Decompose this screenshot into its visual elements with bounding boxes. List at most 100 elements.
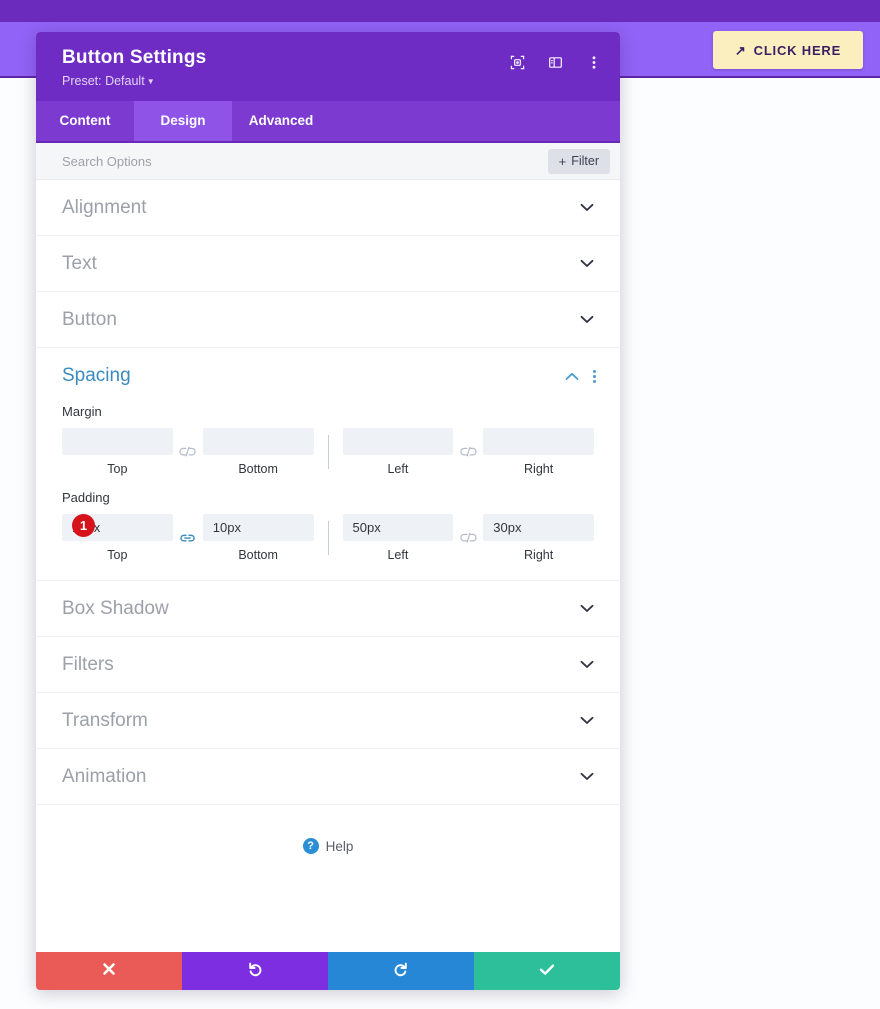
- undo-icon: [247, 961, 263, 981]
- padding-left-input[interactable]: [343, 514, 454, 541]
- filter-button[interactable]: + Filter: [548, 149, 610, 174]
- close-icon: [102, 962, 116, 980]
- padding-field-group: Padding 1 Top: [36, 490, 620, 562]
- margin-top-bottom-link-unlinked-icon[interactable]: [173, 446, 203, 458]
- help-link[interactable]: ? Help: [36, 805, 620, 887]
- save-button[interactable]: [474, 952, 620, 990]
- padding-right-caption: Right: [483, 548, 594, 562]
- chevron-down-icon: [580, 658, 594, 671]
- margin-top-input[interactable]: [62, 428, 173, 455]
- section-animation[interactable]: Animation: [36, 749, 620, 805]
- section-label: Animation: [62, 766, 147, 788]
- settings-body: Alignment Text Button Spacing: [36, 180, 620, 952]
- spacing-header-controls: [565, 368, 598, 385]
- section-label: Transform: [62, 710, 148, 732]
- filter-label: Filter: [571, 154, 599, 168]
- section-spacing-header[interactable]: Spacing: [36, 348, 620, 404]
- tab-content[interactable]: Content: [36, 101, 134, 141]
- section-label: Spacing: [62, 365, 131, 387]
- padding-label: Padding: [62, 490, 594, 505]
- fields-divider: [328, 521, 329, 555]
- preset-label: Preset: Default: [62, 74, 145, 88]
- cancel-button[interactable]: [36, 952, 182, 990]
- margin-left-caption: Left: [343, 462, 454, 476]
- padding-top-bottom-link-linked-icon[interactable]: [173, 532, 203, 544]
- more-vertical-icon[interactable]: [585, 54, 602, 71]
- click-here-button[interactable]: ↗ CLICK HERE: [713, 31, 863, 69]
- section-label: Button: [62, 309, 117, 331]
- margin-left-input[interactable]: [343, 428, 454, 455]
- padding-bottom-caption: Bottom: [203, 548, 314, 562]
- chevron-down-icon: [580, 602, 594, 615]
- redo-icon: [393, 961, 409, 981]
- focus-target-icon[interactable]: [509, 54, 526, 71]
- plus-icon: +: [559, 154, 567, 169]
- tab-design[interactable]: Design: [134, 101, 232, 141]
- modal-header-icons: [509, 54, 602, 71]
- margin-bottom-input[interactable]: [203, 428, 314, 455]
- section-text[interactable]: Text: [36, 236, 620, 292]
- chevron-down-icon: [580, 313, 594, 326]
- margin-top-caption: Top: [62, 462, 173, 476]
- section-transform[interactable]: Transform: [36, 693, 620, 749]
- padding-bottom-cell: Bottom: [203, 514, 314, 562]
- padding-top-caption: Top: [62, 548, 173, 562]
- margin-bottom-cell: Bottom: [203, 428, 314, 476]
- section-label: Alignment: [62, 197, 147, 219]
- section-label: Text: [62, 253, 97, 275]
- section-box-shadow[interactable]: Box Shadow: [36, 581, 620, 637]
- padding-bottom-input[interactable]: [203, 514, 314, 541]
- chevron-down-icon: ▼: [147, 77, 155, 86]
- margin-fields-row: Top Bottom: [62, 428, 594, 476]
- search-input[interactable]: [62, 154, 548, 169]
- margin-label: Margin: [62, 404, 594, 419]
- layout-panel-icon[interactable]: [547, 54, 564, 71]
- section-alignment[interactable]: Alignment: [36, 180, 620, 236]
- section-button[interactable]: Button: [36, 292, 620, 348]
- help-label: Help: [326, 839, 354, 854]
- button-settings-modal: Button Settings Preset: Default▼: [36, 32, 620, 990]
- margin-top-cell: Top: [62, 428, 173, 476]
- site-top-bar: [0, 0, 880, 22]
- question-circle-icon: ?: [303, 838, 319, 854]
- section-spacing: Spacing Margin Top: [36, 348, 620, 581]
- chevron-down-icon: [580, 714, 594, 727]
- padding-right-input[interactable]: [483, 514, 594, 541]
- modal-footer: [36, 952, 620, 990]
- section-filters[interactable]: Filters: [36, 637, 620, 693]
- padding-top-bottom-pair: Top Bottom: [62, 514, 314, 562]
- margin-field-group: Margin Top: [36, 404, 620, 476]
- chevron-down-icon: [580, 257, 594, 270]
- preset-selector[interactable]: Preset: Default▼: [62, 74, 155, 88]
- chevron-up-icon[interactable]: [565, 370, 579, 383]
- padding-left-cell: Left: [343, 514, 454, 562]
- section-label: Box Shadow: [62, 598, 169, 620]
- tab-advanced[interactable]: Advanced: [232, 101, 330, 141]
- margin-top-bottom-pair: Top Bottom: [62, 428, 314, 476]
- margin-left-right-pair: Left Right: [343, 428, 595, 476]
- redo-button[interactable]: [328, 952, 474, 990]
- margin-bottom-caption: Bottom: [203, 462, 314, 476]
- check-icon: [539, 963, 555, 980]
- arrow-up-right-icon: ↗: [735, 44, 747, 57]
- chevron-down-icon: [580, 201, 594, 214]
- fields-divider: [328, 435, 329, 469]
- margin-right-input[interactable]: [483, 428, 594, 455]
- margin-left-right-link-unlinked-icon[interactable]: [453, 446, 483, 458]
- undo-button[interactable]: [182, 952, 328, 990]
- modal-tabs: Content Design Advanced: [36, 101, 620, 143]
- padding-left-caption: Left: [343, 548, 454, 562]
- search-options-bar: + Filter: [36, 143, 620, 180]
- padding-right-cell: Right: [483, 514, 594, 562]
- more-vertical-icon[interactable]: [591, 368, 598, 385]
- padding-left-right-link-unlinked-icon[interactable]: [453, 532, 483, 544]
- modal-header: Button Settings Preset: Default▼: [36, 32, 620, 101]
- padding-fields-row: 1 Top: [62, 514, 594, 562]
- margin-right-cell: Right: [483, 428, 594, 476]
- margin-left-cell: Left: [343, 428, 454, 476]
- section-label: Filters: [62, 654, 114, 676]
- margin-right-caption: Right: [483, 462, 594, 476]
- padding-left-right-pair: Left Right: [343, 514, 595, 562]
- step-badge: 1: [72, 514, 95, 537]
- chevron-down-icon: [580, 770, 594, 783]
